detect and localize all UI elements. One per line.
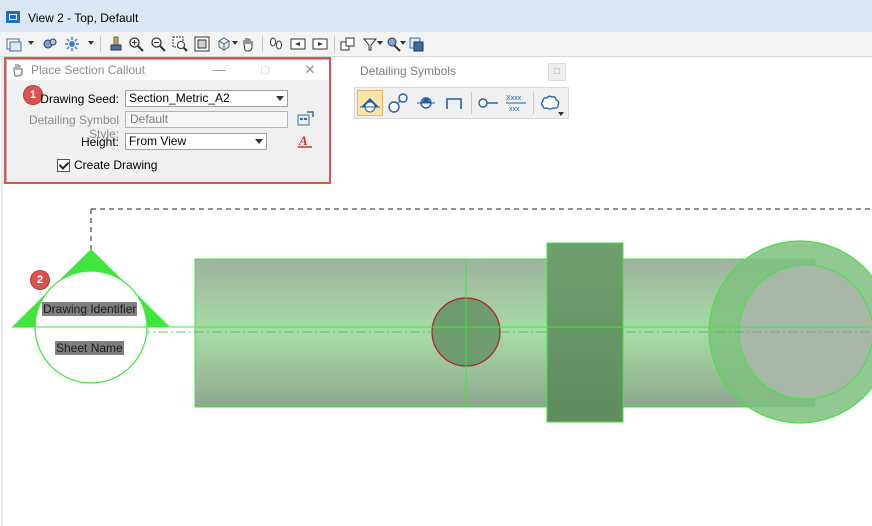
detail-callout-icon: [388, 93, 408, 113]
dialog-title: Place Section Callout: [31, 63, 146, 77]
elevation-callout-tool[interactable]: [413, 90, 439, 116]
drawing-identifier-label: Drawing Identifier: [42, 302, 138, 316]
walk-icon[interactable]: [266, 34, 286, 54]
change-view-perspective-icon[interactable]: [406, 34, 426, 54]
rotate-view-icon[interactable]: [214, 34, 234, 54]
dialog-title-bar[interactable]: Place Section Callout — □ ✕: [7, 60, 330, 80]
lights-icon[interactable]: [62, 34, 82, 54]
previous-view-icon[interactable]: [288, 34, 308, 54]
view-display-icon[interactable]: [4, 34, 24, 54]
marker-2: 2: [31, 271, 49, 289]
zoom-out-icon[interactable]: [148, 34, 168, 54]
window-area-icon[interactable]: [170, 34, 190, 54]
tool-hand-icon: [13, 64, 23, 77]
detailing-symbols-title: Detailing Symbols: [360, 64, 457, 78]
detail-callout-tool[interactable]: [385, 90, 411, 116]
chevron-down-icon: [255, 139, 263, 144]
drawing-seed-dropdown[interactable]: Section_Metric_A2: [125, 90, 288, 107]
maximize-button[interactable]: □: [257, 62, 273, 78]
text-style-icon[interactable]: A: [297, 133, 314, 149]
view-attributes-icon[interactable]: [40, 34, 60, 54]
symbol-style-field[interactable]: Default: [125, 111, 288, 128]
svg-text:Xxxx: Xxxx: [506, 95, 522, 102]
zoom-in-icon[interactable]: [126, 34, 146, 54]
section-callout-icon: [360, 98, 380, 113]
title-text-tool[interactable]: [475, 90, 501, 116]
drawing-title-icon: Xxxx xxx: [506, 95, 526, 113]
height-label: Height:: [80, 135, 119, 149]
render-icon[interactable]: [106, 34, 126, 54]
pan-view-icon[interactable]: [238, 34, 258, 54]
place-section-callout-dialog: Place Section Callout — □ ✕ 1 Drawing Se…: [6, 59, 331, 184]
detailing-symbols-palette: Xxxx xxx: [354, 87, 569, 119]
drawing-seed-label: Drawing Seed:: [40, 92, 119, 106]
create-drawing-checkbox[interactable]: [57, 159, 70, 172]
drawing-title-tool[interactable]: Xxxx xxx: [503, 90, 529, 116]
cloud-dropdown-chevron-icon[interactable]: [558, 112, 564, 116]
pipe-collar: [546, 242, 624, 423]
fit-view-icon[interactable]: [192, 34, 212, 54]
height-dropdown[interactable]: From View: [125, 133, 267, 150]
height-value: From View: [129, 134, 187, 148]
elevation-callout-icon: [417, 97, 435, 109]
chevron-down-icon: [276, 96, 284, 101]
svg-text:A: A: [298, 133, 308, 148]
drawing-seed-value: Section_Metric_A2: [129, 91, 230, 105]
style-browse-icon[interactable]: [297, 111, 314, 127]
copy-view-icon[interactable]: [338, 34, 358, 54]
window-title: View 2 - Top, Default: [28, 11, 139, 25]
view-toolbar: [0, 32, 872, 57]
microstation-app-icon: [6, 11, 20, 23]
interior-elevation-tool[interactable]: [441, 90, 467, 116]
cloud-icon: [540, 95, 560, 110]
title-text-icon: [478, 98, 498, 108]
sheet-name-label: Sheet Name: [55, 341, 124, 355]
section-callout-tool[interactable]: [357, 90, 383, 116]
next-view-icon[interactable]: [310, 34, 330, 54]
palette-close-icon[interactable]: □: [548, 63, 566, 81]
window-title-bar: View 2 - Top, Default: [0, 0, 872, 33]
svg-text:xxx: xxx: [509, 106, 520, 113]
create-drawing-label: Create Drawing: [74, 158, 158, 172]
minimize-button[interactable]: —: [211, 62, 227, 78]
interior-elevation-icon: [446, 98, 462, 109]
close-icon[interactable]: ✕: [302, 62, 318, 78]
